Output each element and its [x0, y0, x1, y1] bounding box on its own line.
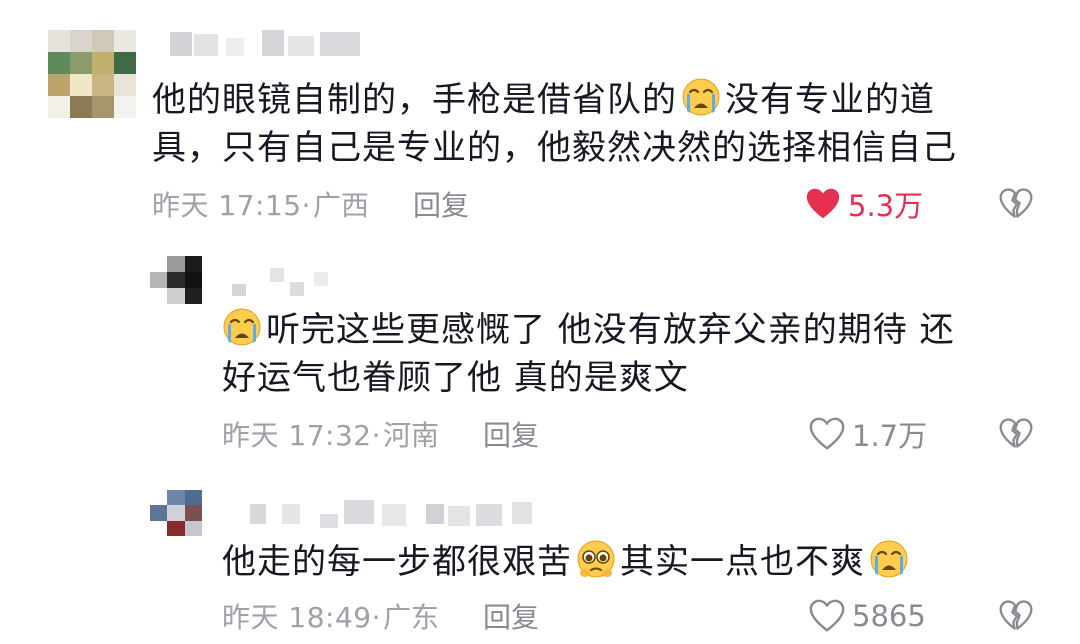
- comment-text: 他走的每一步都很艰苦 其实一点也不爽: [222, 538, 1062, 586]
- broken-heart-icon[interactable]: [998, 416, 1034, 452]
- heart-filled-icon: [804, 185, 842, 223]
- comment-time: 昨天 17:15·: [152, 189, 311, 222]
- comment-time: 昨天 18:49·: [222, 601, 381, 634]
- username-blurred[interactable]: [250, 500, 550, 528]
- comment-time: 昨天 17:32·: [222, 419, 381, 452]
- username-blurred[interactable]: [232, 268, 352, 296]
- broken-heart-icon[interactable]: [998, 598, 1034, 634]
- reply-button[interactable]: 回复: [483, 596, 539, 636]
- avatar[interactable]: [150, 490, 202, 536]
- broken-heart-icon[interactable]: [998, 186, 1034, 222]
- like-button[interactable]: 1.7万: [808, 414, 927, 454]
- loudly-crying-face-icon: [222, 307, 262, 347]
- comment-location: 广东: [383, 601, 440, 634]
- like-count: 1.7万: [852, 419, 928, 453]
- heart-outline-icon: [808, 597, 846, 635]
- comment-meta: 昨天 18:49· 广东 回复: [222, 596, 539, 636]
- comment-meta: 昨天 17:32· 河南 回复: [222, 414, 539, 454]
- like-button[interactable]: 5.3万: [804, 184, 923, 224]
- heart-outline-icon: [808, 415, 846, 453]
- comment-location: 广西: [313, 189, 370, 222]
- avatar[interactable]: [48, 30, 136, 118]
- reply-button[interactable]: 回复: [413, 184, 469, 224]
- loudly-crying-face-icon: [681, 77, 721, 117]
- like-count: 5865: [852, 599, 926, 633]
- comment-meta: 昨天 17:15· 广西 回复: [152, 184, 469, 224]
- username-blurred[interactable]: [170, 30, 370, 58]
- pleading-face-icon: [576, 539, 616, 579]
- comment-text: 他的眼镜自制的，手枪是借省队的 没有专业的道 具，只有自己是专业的，他毅然决然的选…: [152, 76, 1052, 172]
- loudly-crying-face-icon: [869, 539, 909, 579]
- comment-location: 河南: [383, 419, 440, 452]
- reply-button[interactable]: 回复: [483, 414, 539, 454]
- avatar[interactable]: [150, 256, 202, 304]
- like-button[interactable]: 5865: [808, 596, 926, 636]
- comment-text: 听完这些更感慨了 他没有放弃父亲的期待 还 好运气也眷顾了他 真的是爽文: [222, 306, 1062, 402]
- like-count: 5.3万: [848, 189, 924, 223]
